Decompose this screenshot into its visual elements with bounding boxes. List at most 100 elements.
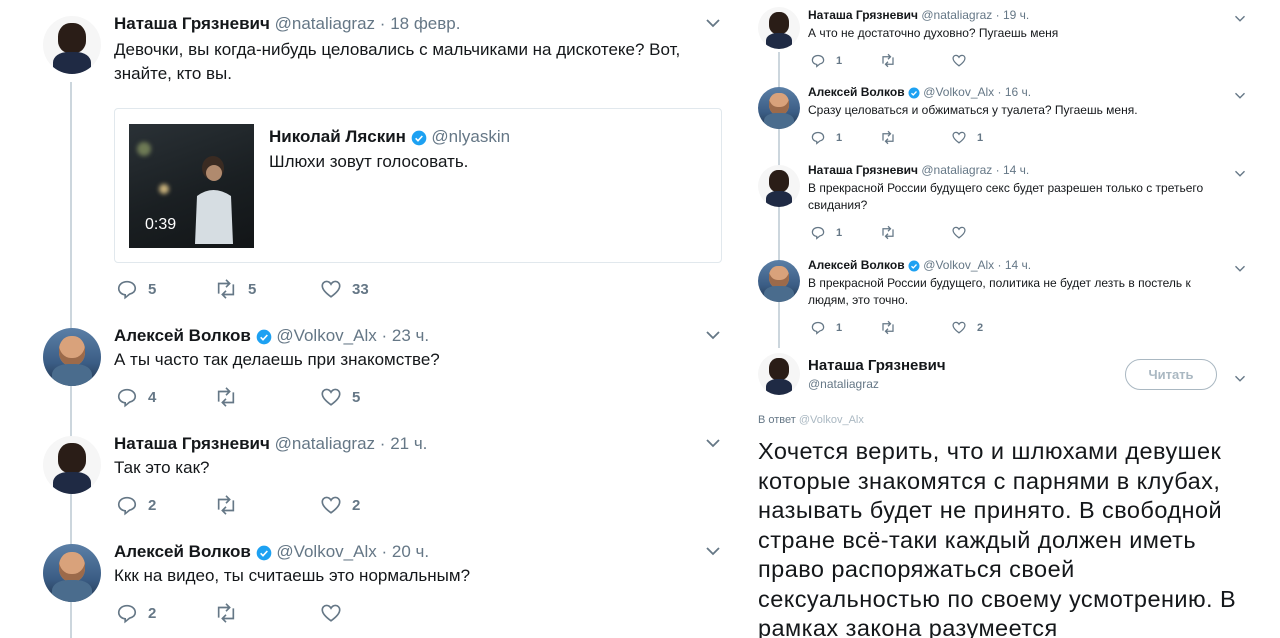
author-handle[interactable]: @nataliagraz	[808, 377, 879, 391]
tweet[interactable]: Наташа Грязневич @nataliagraz · 14 ч. В …	[742, 160, 1280, 255]
tweet-text: свидания?	[808, 198, 868, 212]
retweet-button[interactable]	[214, 602, 320, 624]
author-handle[interactable]: @Volkov_Alx	[276, 326, 376, 345]
tweet-time[interactable]: 21 ч.	[390, 434, 427, 453]
quoted-text: Шлюхи зовут голосовать.	[269, 152, 469, 171]
left-thread-panel: Наташа Грязневич @nataliagraz · 18 февр.…	[0, 0, 735, 638]
retweet-button[interactable]	[879, 53, 951, 68]
reply-button[interactable]: 2	[116, 494, 214, 516]
tweet-actions: 5 5 33	[116, 278, 400, 300]
retweet-button[interactable]	[879, 225, 951, 240]
avatar[interactable]	[758, 87, 800, 129]
quoted-author-name[interactable]: Николай Ляскин	[269, 127, 406, 146]
avatar[interactable]	[43, 544, 101, 602]
quoted-tweet[interactable]: 0:39 Николай Ляскин @nlyaskin Шлюхи зову…	[114, 108, 722, 263]
tweet-time[interactable]: 23 ч.	[392, 326, 429, 345]
retweet-button[interactable]: 5	[214, 278, 320, 300]
separator: ·	[997, 258, 1002, 272]
avatar[interactable]	[758, 260, 800, 302]
tweet-actions: 2 2	[116, 494, 400, 516]
tweet[interactable]: Алексей Волков @Volkov_Alx · 23 ч. А ты …	[0, 318, 735, 426]
retweet-button[interactable]	[879, 320, 951, 335]
video-thumbnail[interactable]: 0:39	[129, 124, 254, 248]
tweet-actions: 1	[810, 53, 1011, 68]
avatar[interactable]	[43, 436, 101, 494]
author-name[interactable]: Алексей Волков	[808, 85, 905, 99]
author-handle[interactable]: @Volkov_Alx	[276, 542, 376, 561]
chevron-down-icon[interactable]	[705, 436, 721, 454]
reply-button[interactable]: 1	[810, 225, 879, 240]
author-handle[interactable]: @nataliagraz	[921, 8, 992, 22]
author-name[interactable]: Наташа Грязневич	[114, 434, 270, 453]
tweet-text: Ккк на видео, ты считаешь это нормальным…	[114, 566, 471, 585]
tweet-time[interactable]: 14 ч.	[1003, 163, 1029, 177]
author-name[interactable]: Алексей Волков	[114, 326, 251, 345]
retweet-button[interactable]	[214, 494, 320, 516]
avatar[interactable]	[758, 165, 800, 207]
reply-to-handle[interactable]: @Volkov_Alx	[799, 414, 864, 426]
reply-button[interactable]: 1	[810, 320, 879, 335]
author-handle[interactable]: @Volkov_Alx	[923, 258, 994, 272]
focused-tweet[interactable]: Наташа Грязневич @nataliagraz Читать В о…	[742, 345, 1280, 638]
tweet[interactable]: Наташа Грязневич @nataliagraz · 21 ч. Та…	[0, 426, 735, 534]
author-handle[interactable]: @nataliagraz	[275, 14, 375, 33]
like-button[interactable]: 5	[320, 386, 400, 408]
author-handle[interactable]: @nataliagraz	[275, 434, 375, 453]
text-line: право распоряжаться своей	[758, 556, 1075, 582]
tweet-time[interactable]: 16 ч.	[1005, 85, 1031, 99]
follow-button[interactable]: Читать	[1125, 359, 1217, 390]
person-figure	[195, 156, 233, 244]
tweet[interactable]: Алексей Волков @Volkov_Alx · 14 ч. В пре…	[742, 255, 1280, 345]
video-duration: 0:39	[145, 216, 177, 233]
tweet-time[interactable]: 18 февр.	[390, 14, 460, 33]
like-button[interactable]: 33	[320, 278, 400, 300]
tweet[interactable]: Алексей Волков @Volkov_Alx · 16 ч. Сразу…	[742, 82, 1280, 160]
reply-button[interactable]: 1	[810, 130, 879, 145]
tweet-time[interactable]: 14 ч.	[1005, 258, 1031, 272]
author-name[interactable]: Наташа Грязневич	[114, 14, 270, 33]
chevron-down-icon[interactable]	[1234, 87, 1246, 105]
retweet-icon	[217, 279, 235, 299]
author-handle[interactable]: @Volkov_Alx	[923, 85, 994, 99]
like-button[interactable]: 2	[951, 320, 1011, 335]
like-button[interactable]	[320, 602, 400, 624]
tweet[interactable]: Наташа Грязневич @nataliagraz · 19 ч. А …	[742, 0, 1280, 82]
avatar[interactable]	[43, 16, 101, 74]
tweet-time[interactable]: 19 ч.	[1003, 8, 1029, 22]
author-name[interactable]: Наташа Грязневич	[808, 8, 918, 22]
author-handle[interactable]: @nataliagraz	[921, 163, 992, 177]
reply-button[interactable]: 5	[116, 278, 214, 300]
chevron-down-icon[interactable]	[1234, 370, 1246, 388]
retweet-button[interactable]	[879, 130, 951, 145]
like-button[interactable]	[951, 225, 1011, 240]
like-button[interactable]: 1	[951, 130, 1011, 145]
tweet-time[interactable]: 20 ч.	[392, 542, 429, 561]
like-button[interactable]: 2	[320, 494, 400, 516]
like-button[interactable]	[951, 53, 1011, 68]
tweet[interactable]: Алексей Волков @Volkov_Alx · 20 ч. Ккк н…	[0, 534, 735, 638]
author-name[interactable]: Наташа Грязневич	[808, 163, 918, 177]
chevron-down-icon[interactable]	[705, 328, 721, 346]
heart-icon	[952, 226, 966, 239]
author-name[interactable]: Алексей Волков	[114, 542, 251, 561]
retweet-button[interactable]	[214, 386, 320, 408]
reply-icon	[117, 496, 137, 516]
author-name[interactable]: Алексей Волков	[808, 258, 905, 272]
heart-icon	[952, 54, 966, 67]
separator: ·	[997, 85, 1002, 99]
avatar[interactable]	[758, 7, 800, 49]
background-light	[159, 184, 169, 194]
reply-button[interactable]: 1	[810, 53, 879, 68]
chevron-down-icon[interactable]	[705, 544, 721, 562]
chevron-down-icon[interactable]	[1234, 165, 1246, 183]
tweet[interactable]: Наташа Грязневич @nataliagraz · 18 февр.…	[0, 0, 735, 318]
reply-button[interactable]: 4	[116, 386, 214, 408]
author-name[interactable]: Наташа Грязневич	[808, 357, 946, 374]
quoted-author-handle[interactable]: @nlyaskin	[431, 127, 510, 146]
reply-button[interactable]: 2	[116, 602, 214, 624]
chevron-down-icon[interactable]	[1234, 10, 1246, 28]
chevron-down-icon[interactable]	[1234, 260, 1246, 278]
avatar[interactable]	[43, 328, 101, 386]
chevron-down-icon[interactable]	[705, 16, 721, 34]
avatar[interactable]	[758, 353, 800, 395]
